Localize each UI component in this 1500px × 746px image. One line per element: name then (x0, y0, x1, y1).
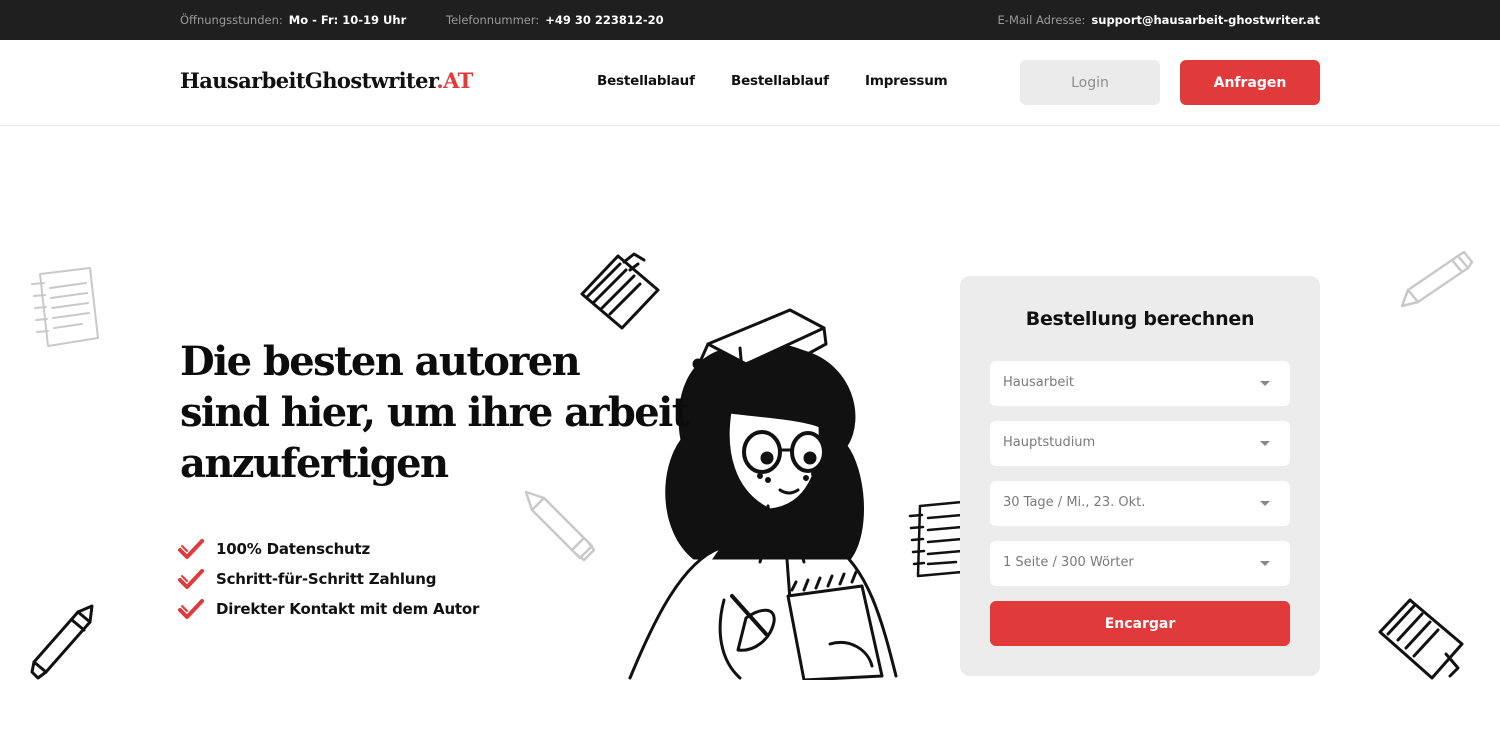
feature-text: 100% Datenschutz (216, 540, 371, 558)
order-calculator-title: Bestellung berechnen (1025, 308, 1255, 330)
hero-title: Die besten autoren sind hier, um ihre ar… (180, 336, 700, 489)
feature-item: 100% Datenschutz (178, 534, 479, 564)
feature-item: Direkter Kontakt mit dem Autor (178, 594, 479, 624)
login-button[interactable]: Login (1020, 60, 1160, 105)
order-calculator-card: Bestellung berechnen Hausarbeit Hauptstu… (960, 276, 1320, 676)
phone-link[interactable]: +49 30 223812-20 (545, 13, 663, 27)
feature-text: Schritt-für-Schritt Zahlung (216, 570, 437, 588)
request-button[interactable]: Anfragen (1180, 60, 1320, 105)
order-submit-button[interactable]: Encargar (990, 601, 1290, 646)
work-type-select[interactable]: Hausarbeit (990, 361, 1290, 406)
phone-info: Telefonnummer: +49 30 223812-20 (446, 0, 664, 40)
caret-down-icon (1260, 561, 1270, 566)
book-icon (1378, 598, 1464, 680)
check-icon (178, 539, 204, 559)
phone-label: Telefonnummer: (446, 13, 540, 27)
notes-icon (908, 500, 962, 578)
nav-item-bestellablauf[interactable]: Bestellablauf (597, 73, 695, 89)
caret-down-icon (1260, 381, 1270, 386)
opening-hours: Öffnungsstunden: Mo - Fr: 10-19 Uhr (180, 0, 406, 40)
hero-title-line: anzufertigen (180, 440, 449, 487)
nav-item-impressum[interactable]: Impressum (865, 73, 948, 89)
check-icon (178, 599, 204, 619)
notes-icon (31, 267, 99, 347)
pencil-icon (30, 604, 94, 680)
opening-hours-label: Öffnungsstunden: (180, 13, 283, 27)
pencil-icon (1400, 250, 1474, 308)
nav-item-bestellablauf-2[interactable]: Bestellablauf (731, 73, 829, 89)
feature-list: 100% Datenschutz Schritt-für-Schritt Zah… (178, 534, 479, 624)
check-icon (178, 569, 204, 589)
pencil-icon (524, 490, 596, 562)
select-value: 1 Seite / 300 Wörter (1003, 555, 1134, 570)
deadline-select[interactable]: 30 Tage / Mi., 23. Okt. (990, 481, 1290, 526)
hero-title-line: Die besten autoren (180, 338, 581, 385)
select-value: Hauptstudium (1003, 435, 1096, 450)
select-value: Hausarbeit (1003, 375, 1075, 390)
email-link[interactable]: support@hausarbeit-ghostwriter.at (1091, 13, 1320, 27)
hero-title-line: sind hier, um ihre arbeit (180, 389, 690, 436)
study-level-select[interactable]: Hauptstudium (990, 421, 1290, 466)
pages-select[interactable]: 1 Seite / 300 Wörter (990, 541, 1290, 586)
feature-item: Schritt-für-Schritt Zahlung (178, 564, 479, 594)
caret-down-icon (1260, 501, 1270, 506)
top-info-bar: Öffnungsstunden: Mo - Fr: 10-19 Uhr Tele… (0, 0, 1500, 40)
site-logo[interactable]: HausarbeitGhostwriter.AT (180, 68, 473, 93)
opening-hours-value: Mo - Fr: 10-19 Uhr (288, 13, 407, 27)
logo-text: HausarbeitGhostwriter (180, 68, 437, 93)
caret-down-icon (1260, 441, 1270, 446)
select-value: 30 Tage / Mi., 23. Okt. (1003, 495, 1146, 510)
email-label: E-Mail Adresse: (997, 13, 1086, 27)
email-info: E-Mail Adresse: support@hausarbeit-ghost… (998, 0, 1320, 40)
main-header: HausarbeitGhostwriter.AT Bestellablauf B… (0, 40, 1500, 126)
feature-text: Direkter Kontakt mit dem Autor (216, 600, 480, 618)
logo-accent: .AT (436, 68, 473, 93)
